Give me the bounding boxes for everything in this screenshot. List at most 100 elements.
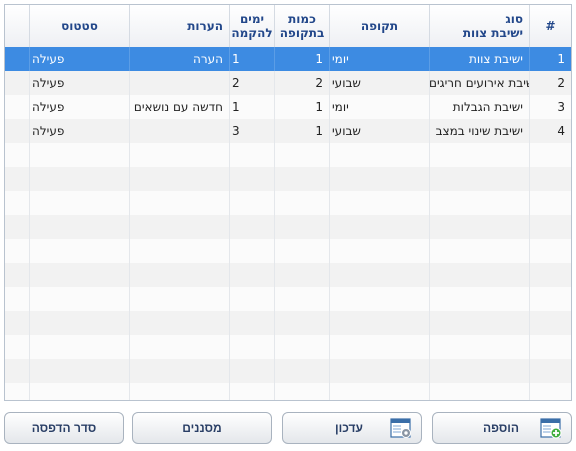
column-divider bbox=[274, 215, 275, 239]
column-divider bbox=[429, 167, 430, 191]
column-divider bbox=[229, 335, 230, 359]
cell-period: יומי bbox=[332, 100, 349, 114]
column-divider bbox=[529, 311, 530, 335]
header-type[interactable]: סוג ישיבת צוות bbox=[429, 5, 529, 47]
column-divider bbox=[229, 287, 230, 311]
column-divider bbox=[274, 143, 275, 167]
column-divider bbox=[529, 239, 530, 263]
empty-table-row bbox=[5, 335, 571, 359]
empty-table-row bbox=[5, 167, 571, 191]
column-divider bbox=[229, 359, 230, 383]
header-row-number[interactable]: # bbox=[529, 5, 571, 47]
cell-notes bbox=[129, 119, 229, 143]
cell-type: ישיבת אירועים חריגים bbox=[429, 76, 529, 90]
empty-table-row bbox=[5, 143, 571, 167]
cell-days-to-setup: 1 bbox=[232, 100, 240, 114]
column-divider bbox=[229, 239, 230, 263]
column-divider bbox=[29, 263, 30, 287]
column-divider bbox=[274, 239, 275, 263]
column-divider bbox=[274, 191, 275, 215]
filters-button[interactable]: מסננים bbox=[132, 412, 272, 444]
header-quantity-per-period[interactable]: כמות בתקופה bbox=[274, 5, 329, 47]
column-divider bbox=[529, 263, 530, 287]
column-divider bbox=[329, 287, 330, 311]
column-divider bbox=[29, 239, 30, 263]
header-period[interactable]: תקופה bbox=[329, 5, 429, 47]
cell-quantity-per-period: 1 bbox=[315, 100, 323, 114]
column-divider bbox=[429, 191, 430, 215]
column-divider bbox=[229, 215, 230, 239]
column-divider bbox=[274, 383, 275, 400]
column-divider bbox=[229, 383, 230, 400]
column-divider bbox=[529, 383, 530, 400]
column-divider bbox=[129, 383, 130, 400]
column-divider bbox=[274, 167, 275, 191]
table-row[interactable]: פעילה חדשה עם נושאים 1 1 יומי ישיבת הגבלות 3 bbox=[5, 95, 571, 119]
empty-table-row bbox=[5, 287, 571, 311]
table-row[interactable]: פעילה הערה 1 1 יומי ישיבת צוות 1 bbox=[5, 47, 571, 71]
cell-row-number: 2 bbox=[557, 76, 565, 90]
cell-quantity-per-period: 1 bbox=[315, 124, 323, 138]
cell-notes: הערה bbox=[193, 52, 223, 66]
column-divider bbox=[429, 239, 430, 263]
column-divider bbox=[529, 287, 530, 311]
column-divider bbox=[274, 287, 275, 311]
print-order-button-label: סדר הדפסה bbox=[31, 421, 97, 435]
empty-table-row bbox=[5, 383, 571, 400]
cell-period: יומי bbox=[332, 52, 349, 66]
column-divider bbox=[129, 359, 130, 383]
cell-type: ישיבת שינוי במצב bbox=[435, 124, 523, 138]
cell-type: ישיבת הגבלות bbox=[452, 100, 523, 114]
cell-row-number: 4 bbox=[557, 124, 565, 138]
column-divider bbox=[529, 167, 530, 191]
header-status[interactable]: סטטוס bbox=[29, 5, 129, 47]
cell-period: שבועי bbox=[332, 124, 361, 138]
cell-status: פעילה bbox=[32, 52, 65, 66]
cell-status: פעילה bbox=[32, 124, 65, 138]
cell-status: פעילה bbox=[32, 76, 65, 90]
column-divider bbox=[529, 215, 530, 239]
column-divider bbox=[429, 311, 430, 335]
column-divider bbox=[529, 143, 530, 167]
column-divider bbox=[229, 311, 230, 335]
column-divider bbox=[129, 311, 130, 335]
cell-row-number: 3 bbox=[557, 100, 565, 114]
table-row[interactable]: פעילה 3 1 שבועי ישיבת שינוי במצב 4 bbox=[5, 119, 571, 143]
update-button-label: עדכון bbox=[335, 421, 363, 435]
column-divider bbox=[129, 215, 130, 239]
column-divider bbox=[29, 287, 30, 311]
column-divider bbox=[129, 335, 130, 359]
column-divider bbox=[529, 335, 530, 359]
cell-days-to-setup: 1 bbox=[232, 52, 240, 66]
empty-table-row bbox=[5, 359, 571, 383]
column-divider bbox=[229, 143, 230, 167]
column-divider bbox=[529, 191, 530, 215]
cell-row-number: 1 bbox=[557, 52, 565, 66]
empty-table-row bbox=[5, 215, 571, 239]
header-notes[interactable]: הערות bbox=[129, 5, 229, 47]
column-divider bbox=[274, 263, 275, 287]
column-divider bbox=[429, 359, 430, 383]
column-divider bbox=[274, 311, 275, 335]
column-divider bbox=[129, 143, 130, 167]
table-row[interactable]: פעילה 2 2 שבועי ישיבת אירועים חריגים 2 bbox=[5, 71, 571, 95]
column-divider bbox=[274, 335, 275, 359]
print-order-button[interactable]: סדר הדפסה bbox=[4, 412, 124, 444]
cell-days-to-setup: 3 bbox=[232, 124, 240, 138]
column-divider bbox=[329, 239, 330, 263]
empty-table-row bbox=[5, 263, 571, 287]
cell-type: ישיבת צוות bbox=[468, 52, 523, 66]
column-divider bbox=[229, 167, 230, 191]
cell-status: פעילה bbox=[32, 100, 65, 114]
cell-quantity-per-period: 2 bbox=[315, 76, 323, 90]
column-divider bbox=[329, 383, 330, 400]
column-divider bbox=[229, 263, 230, 287]
column-divider bbox=[429, 263, 430, 287]
meetings-grid: סטטוס הערות ימים להקמה כמות בתקופה תקופה… bbox=[4, 4, 572, 401]
header-days-to-setup[interactable]: ימים להקמה bbox=[229, 5, 274, 47]
update-button[interactable]: עדכון bbox=[282, 412, 422, 444]
column-divider bbox=[429, 287, 430, 311]
add-button[interactable]: הוספה bbox=[432, 412, 572, 444]
add-button-label: הוספה bbox=[483, 421, 519, 435]
cell-period: שבועי bbox=[332, 76, 361, 90]
